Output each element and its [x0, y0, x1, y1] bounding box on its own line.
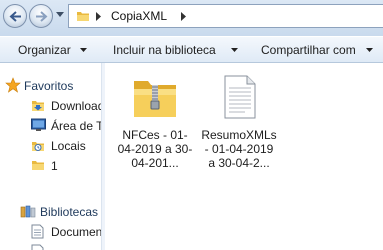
- nav-next-item[interactable]: [0, 242, 101, 250]
- nav-favoritos-label: Favoritos: [24, 79, 74, 93]
- navigation-pane: Favoritos Downloads Área de Trabalho Loc…: [0, 63, 101, 250]
- nav-area-de-trabalho[interactable]: Área de Trabalho: [0, 116, 101, 136]
- breadcrumb-separator-icon[interactable]: [181, 12, 186, 21]
- breadcrumb-separator-icon[interactable]: [96, 12, 101, 21]
- file-item-nfces[interactable]: NFCes - 01-04-2019 a 30-04-201...: [117, 73, 193, 170]
- organizar-button[interactable]: Organizar: [18, 42, 88, 58]
- compartilhar-label: Compartilhar com: [261, 43, 356, 57]
- command-bar: Organizar Incluir na biblioteca Comparti…: [0, 36, 383, 63]
- arrow-right-icon: [36, 11, 48, 22]
- zip-folder-icon: [134, 81, 176, 117]
- documents-icon: [31, 224, 44, 239]
- nav-pasta-1-label: 1: [51, 159, 58, 173]
- text-file-icon: [224, 75, 256, 119]
- folder-icon: [77, 12, 89, 21]
- recent-pages-chevron-icon[interactable]: [56, 12, 64, 17]
- back-button[interactable]: [3, 4, 27, 28]
- nav-area-de-trabalho-label: Área de Trabalho: [51, 119, 101, 133]
- nav-bibliotecas-label: Bibliotecas: [40, 205, 99, 219]
- star-icon: [5, 77, 21, 93]
- address-bar-area: CopiaXML: [0, 0, 383, 36]
- incluir-na-biblioteca-button[interactable]: Incluir na biblioteca: [113, 42, 243, 58]
- nav-documentos[interactable]: Documentos: [0, 222, 101, 242]
- breadcrumb-copiaxml[interactable]: CopiaXML: [111, 9, 167, 23]
- chevron-down-icon: [80, 48, 87, 52]
- address-field[interactable]: CopiaXML: [68, 4, 383, 28]
- incluir-label: Incluir na biblioteca: [113, 43, 216, 57]
- nav-documentos-label: Documentos: [51, 225, 101, 239]
- folder-icon: [32, 161, 44, 170]
- nav-pasta-1[interactable]: 1: [0, 156, 101, 176]
- nav-locais-label: Locais: [51, 139, 86, 153]
- libraries-icon: [20, 205, 36, 218]
- chevron-down-icon: [231, 48, 238, 52]
- chevron-down-icon: [366, 48, 373, 52]
- file-item-resumoxmls[interactable]: ResumoXMLs - 01-04-2019 a 30-04-2...: [201, 73, 277, 170]
- nav-locais[interactable]: Locais: [0, 136, 101, 156]
- organizar-label: Organizar: [18, 43, 71, 57]
- file-name-resumoxmls: ResumoXMLs - 01-04-2019 a 30-04-2...: [201, 128, 277, 170]
- recent-places-icon: [32, 142, 44, 151]
- downloads-folder-icon: [32, 101, 44, 111]
- nav-favoritos[interactable]: Favoritos: [0, 76, 101, 96]
- nav-downloads-label: Downloads: [51, 99, 101, 113]
- file-name-nfces: NFCes - 01-04-2019 a 30-04-201...: [117, 128, 193, 170]
- document-icon: [31, 244, 44, 250]
- nav-downloads[interactable]: Downloads: [0, 96, 101, 116]
- compartilhar-com-button[interactable]: Compartilhar com: [261, 42, 381, 58]
- forward-button[interactable]: [29, 4, 53, 28]
- file-list: NFCes - 01-04-2019 a 30-04-201... Resumo…: [105, 63, 383, 250]
- arrow-left-icon: [9, 11, 21, 22]
- desktop-icon: [31, 118, 46, 131]
- nav-bibliotecas[interactable]: Bibliotecas: [0, 202, 101, 222]
